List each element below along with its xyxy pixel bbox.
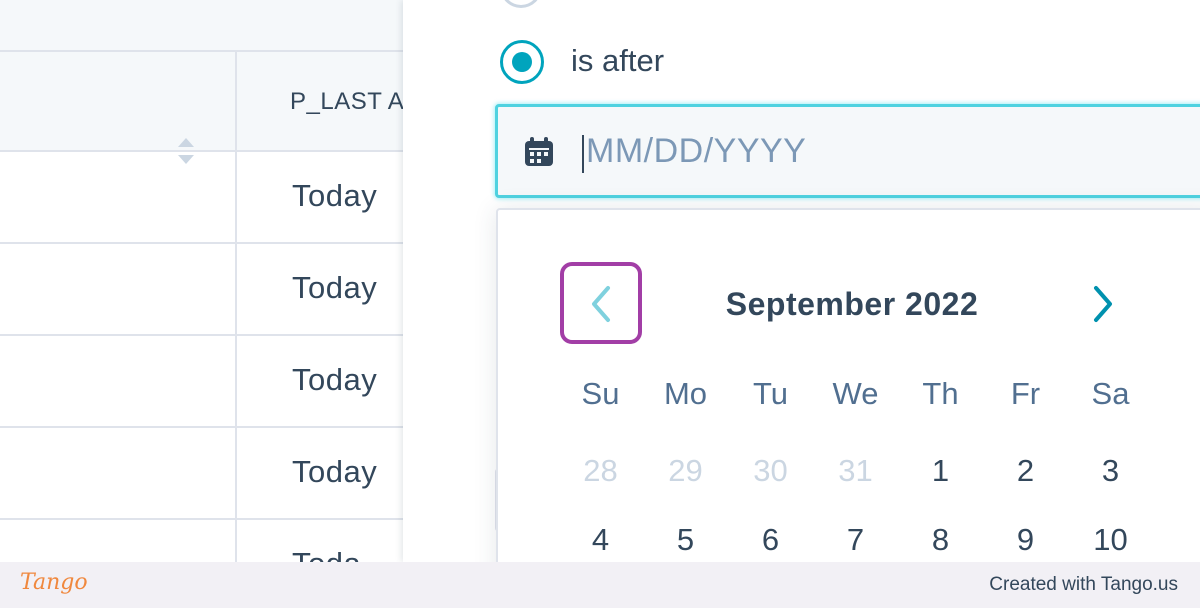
calendar-icon xyxy=(522,135,556,169)
weekday-header-row: Su Mo Tu We Th Fr Sa xyxy=(558,376,1198,426)
weekday-label: Tu xyxy=(752,376,789,411)
table-row[interactable]: Today xyxy=(0,244,420,336)
radio-selected-dot xyxy=(512,52,532,72)
chevron-left-icon xyxy=(592,286,610,322)
tango-logo: Tango xyxy=(20,570,88,595)
weekday-label: Fr xyxy=(1010,376,1041,411)
calendar-day-outside-month[interactable]: 29 xyxy=(643,453,728,503)
calendar-day[interactable]: 3 xyxy=(1068,453,1153,503)
weekday-label: We xyxy=(832,376,879,411)
calendar-day-outside-month[interactable]: 30 xyxy=(728,453,813,503)
table-toolbar xyxy=(0,0,420,52)
text-caret xyxy=(582,135,584,173)
table-cell: Today xyxy=(292,270,378,305)
radio-label-is-after[interactable]: is after xyxy=(571,43,664,79)
next-month-button[interactable] xyxy=(1078,272,1128,336)
previous-month-button[interactable] xyxy=(560,262,642,344)
radio-is-after[interactable] xyxy=(500,40,544,84)
date-input[interactable]: MM/DD/YYYY xyxy=(495,104,1200,198)
date-picker-calendar: September 2022 Su Mo Tu We Th Fr Sa 28 2… xyxy=(496,208,1200,608)
footer-credit: Created with Tango.us xyxy=(989,574,1178,595)
table-row[interactable]: Today xyxy=(0,428,420,520)
date-input-placeholder: MM/DD/YYYY xyxy=(586,132,807,170)
calendar-day-outside-month[interactable]: 28 xyxy=(558,453,643,503)
weekday-label: Mo xyxy=(663,376,708,411)
radio-option-previous[interactable] xyxy=(500,0,542,8)
tango-footer: Tango Created with Tango.us xyxy=(0,562,1200,608)
table-row[interactable]: Today xyxy=(0,336,420,428)
weekday-label: Th xyxy=(922,376,959,411)
calendar-day-outside-month[interactable]: 31 xyxy=(813,453,898,503)
table-row[interactable]: Today xyxy=(0,152,420,244)
weekday-label: Sa xyxy=(1091,376,1130,411)
table-cell: Today xyxy=(292,178,378,213)
column-header-last-activity[interactable]: P_LAST A xyxy=(290,88,404,116)
chevron-right-icon xyxy=(1094,286,1112,322)
calendar-day[interactable]: 1 xyxy=(898,453,983,503)
weekday-label: Su xyxy=(581,376,620,411)
data-table: P_LAST A Today Today Today Today Toda xyxy=(0,0,420,581)
table-cell: Today xyxy=(292,454,378,489)
calendar-month-title: September 2022 xyxy=(725,286,979,322)
table-cell: Today xyxy=(292,362,378,397)
screenshot-stage: P_LAST A Today Today Today Today Toda is… xyxy=(0,0,1200,608)
calendar-day[interactable]: 2 xyxy=(983,453,1068,503)
filter-panel: is after MM/DD/YYYY September 2022 Su Mo… xyxy=(403,0,1200,608)
calendar-week-row: 28 29 30 31 1 2 3 xyxy=(558,453,1198,503)
